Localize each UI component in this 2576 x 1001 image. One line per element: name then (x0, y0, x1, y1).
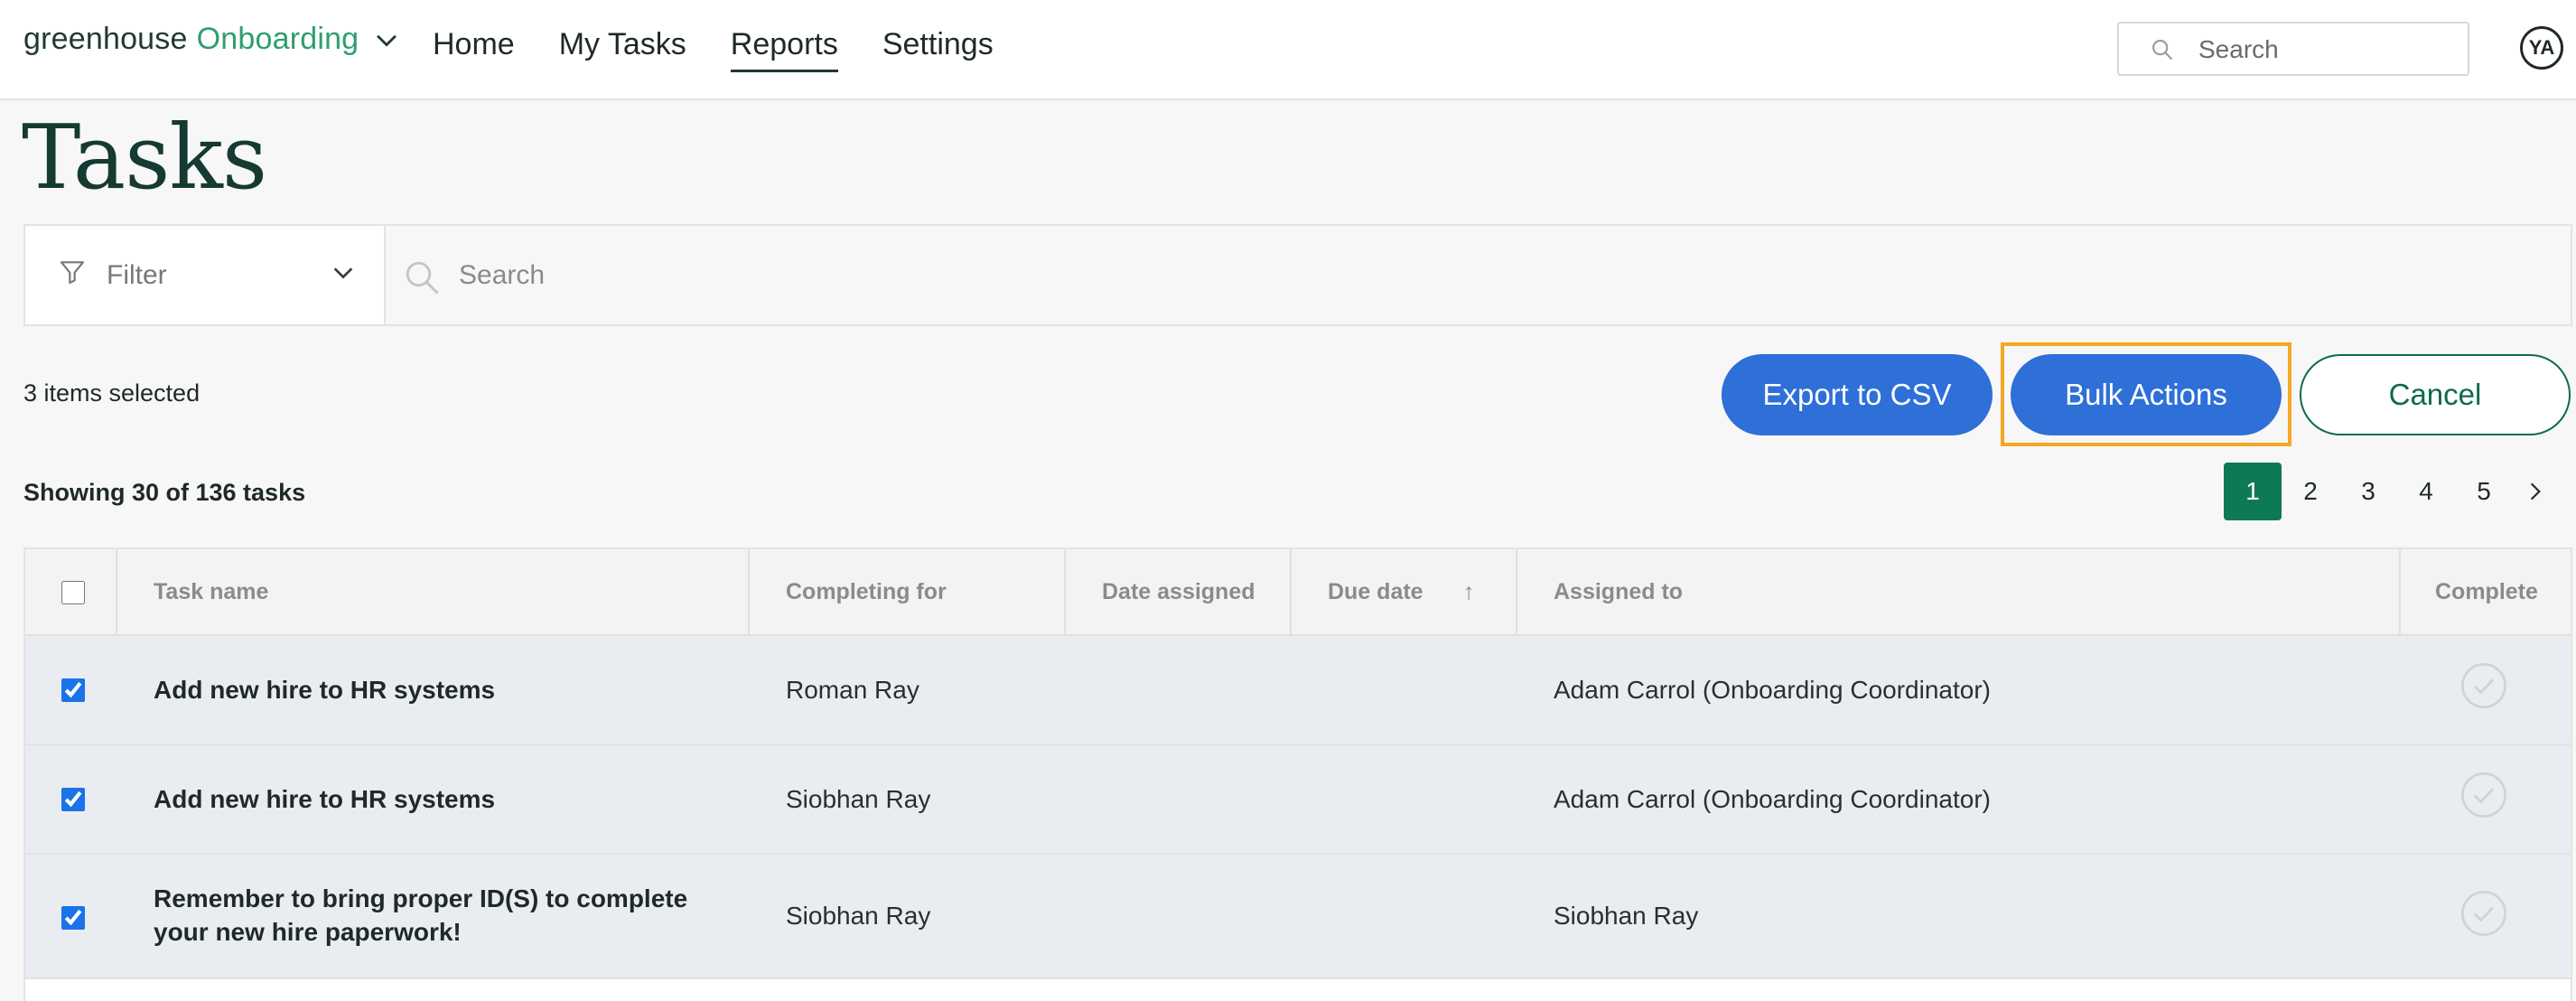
brand-logo-switcher[interactable]: greenhouse Onboarding (23, 22, 402, 57)
chevron-down-icon (333, 267, 353, 279)
selected-count: 3 items selected (23, 379, 201, 407)
page-button-1[interactable]: 1 (2224, 463, 2282, 520)
assigned-to: Adam Carrol (Onboarding Coordinator) (1554, 784, 1991, 813)
brand-name-onboarding: Onboarding (196, 22, 359, 56)
brand-name-greenhouse: greenhouse (23, 22, 188, 56)
row-checkbox-input[interactable] (61, 906, 85, 930)
table-row[interactable] (25, 979, 2571, 1001)
tasks-table: Task name Completing for Date assigned D… (23, 547, 2572, 1001)
task-name-line: your new hire paperwork! (154, 918, 462, 946)
assigned-to: Siobhan Ray (1554, 902, 1699, 930)
page-title: Tasks (22, 107, 267, 210)
assigned-to: Adam Carrol (Onboarding Coordinator) (1554, 675, 1991, 704)
page-button-4[interactable]: 4 (2397, 463, 2455, 520)
task-name[interactable]: Remember to bring proper ID(S) to comple… (154, 882, 695, 949)
table-header: Task name Completing for Date assigned D… (25, 549, 2571, 636)
page-button-3[interactable]: 3 (2339, 463, 2397, 520)
sort-ascending-icon[interactable]: ↑ (1463, 549, 1475, 634)
chevron-down-icon (377, 34, 397, 47)
header-due-date[interactable]: Due date (1328, 549, 1423, 634)
chevron-right-icon (2530, 482, 2541, 500)
filter-label: Filter (107, 260, 167, 290)
search-icon (2152, 40, 2173, 61)
filter-search-bar: Filter (23, 224, 2572, 326)
pagination: 1 2 3 4 5 (2224, 463, 2558, 520)
select-all-checkbox[interactable] (61, 581, 85, 604)
column-divider (1064, 549, 1066, 634)
filter-funnel-icon (60, 261, 85, 285)
select-all-checkbox-input[interactable] (61, 581, 85, 604)
table-row[interactable]: Remember to bring proper ID(S) to comple… (25, 855, 2571, 979)
page-button-5[interactable]: 5 (2455, 463, 2513, 520)
filter-dropdown[interactable]: Filter (25, 226, 386, 324)
complete-check-icon[interactable] (2459, 771, 2508, 819)
bulk-actions-button[interactable]: Bulk Actions (2011, 354, 2282, 435)
complete-check-icon[interactable] (2459, 661, 2508, 710)
export-csv-button[interactable]: Export to CSV (1722, 354, 1993, 435)
global-search-input[interactable] (2198, 33, 2451, 67)
row-checkbox-input[interactable] (61, 788, 85, 811)
nav-item-settings[interactable]: Settings (882, 27, 994, 72)
row-checkbox-input[interactable] (61, 678, 85, 702)
next-page-button[interactable] (2513, 463, 2558, 520)
task-name[interactable]: Add new hire to HR systems (154, 745, 495, 853)
completing-for: Roman Ray (786, 675, 919, 704)
column-divider (748, 549, 750, 634)
table-row[interactable]: Add new hire to HR systems Roman Ray Ada… (25, 636, 2571, 745)
header-date-assigned[interactable]: Date assigned (1102, 549, 1255, 634)
nav-item-home[interactable]: Home (433, 27, 515, 72)
column-divider (1290, 549, 1292, 634)
column-divider (1516, 549, 1517, 634)
complete-check-icon[interactable] (2459, 889, 2508, 938)
task-search-input[interactable] (459, 253, 2536, 298)
row-checkbox[interactable] (61, 678, 85, 702)
task-name[interactable]: Add new hire to HR systems (154, 636, 495, 744)
header-task-name[interactable]: Task name (154, 549, 268, 634)
results-count: Showing 30 of 136 tasks (23, 479, 306, 506)
main-nav: Home My Tasks Reports Settings (433, 27, 1038, 72)
row-checkbox[interactable] (61, 788, 85, 811)
nav-item-my-tasks[interactable]: My Tasks (559, 27, 686, 72)
header-assigned-to[interactable]: Assigned to (1554, 549, 1683, 634)
completing-for: Siobhan Ray (786, 902, 931, 930)
task-name-line: Remember to bring proper ID(S) to comple… (154, 884, 688, 912)
table-row[interactable]: Add new hire to HR systems Siobhan Ray A… (25, 745, 2571, 855)
cancel-button[interactable]: Cancel (2300, 354, 2571, 435)
user-avatar[interactable]: YA (2520, 26, 2563, 70)
column-divider (2399, 549, 2401, 634)
nav-item-reports[interactable]: Reports (730, 27, 838, 72)
search-icon (406, 261, 439, 295)
row-checkbox[interactable] (61, 906, 85, 930)
header-complete[interactable]: Complete (2435, 549, 2538, 634)
top-navigation-bar: greenhouse Onboarding Home My Tasks Repo… (0, 0, 2576, 100)
column-divider (116, 549, 117, 634)
global-search (2117, 22, 2469, 76)
completing-for: Siobhan Ray (786, 784, 931, 813)
page-button-2[interactable]: 2 (2282, 463, 2339, 520)
header-completing-for[interactable]: Completing for (786, 549, 947, 634)
